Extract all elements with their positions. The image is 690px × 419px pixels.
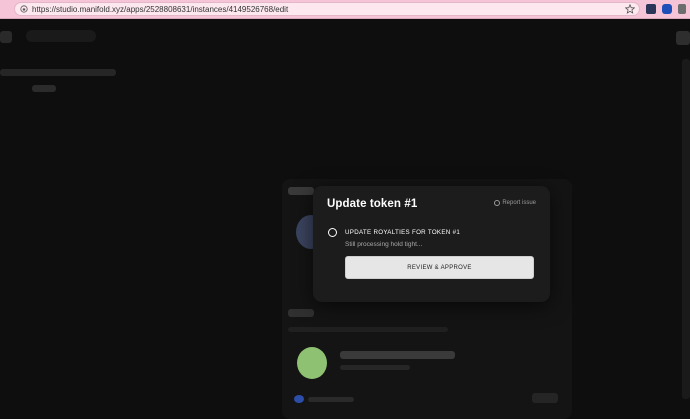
url-text[interactable]: https://studio.manifold.xyz/apps/2528808… xyxy=(32,4,288,15)
report-issue-link[interactable]: Report issue xyxy=(494,200,536,206)
blurred-row xyxy=(288,309,314,317)
blurred-panel-heading xyxy=(288,187,314,195)
report-issue-label[interactable]: Report issue xyxy=(502,200,536,206)
address-bar[interactable]: https://studio.manifold.xyz/apps/2528808… xyxy=(14,2,640,16)
blurred-tag xyxy=(32,85,56,92)
blurred-token-title xyxy=(340,351,455,359)
blurred-chain-text xyxy=(308,397,354,402)
review-approve-button[interactable]: REVIEW & APPROVE xyxy=(345,256,534,279)
blurred-logo xyxy=(0,31,12,43)
step-status: Still processing hold tight... xyxy=(345,241,423,248)
bookmark-star-icon[interactable] xyxy=(625,4,635,14)
blurred-corner-button xyxy=(676,31,690,45)
blurred-row-line xyxy=(288,327,448,332)
blurred-header-pill xyxy=(26,30,96,42)
modal-title: Update token #1 xyxy=(327,198,418,210)
step-status-circle-icon xyxy=(328,228,337,237)
blurred-corner-block xyxy=(682,59,690,399)
update-token-modal: Update token #1 Report issue UPDATE ROYA… xyxy=(313,186,550,302)
site-info-icon[interactable] xyxy=(20,5,28,13)
info-icon xyxy=(494,200,501,206)
blurred-chain-badge xyxy=(294,395,304,403)
blurred-right-button xyxy=(532,393,558,403)
extension-icon-2[interactable] xyxy=(662,4,672,14)
blurred-breadcrumb xyxy=(0,69,116,76)
browser-toolbar: https://studio.manifold.xyz/apps/2528808… xyxy=(0,0,690,19)
blurred-token-image xyxy=(297,347,327,379)
blurred-token-sub xyxy=(340,365,410,370)
step-title: UPDATE ROYALTIES FOR TOKEN #1 xyxy=(345,229,461,236)
extension-icon-3[interactable] xyxy=(678,4,686,14)
extension-icon-1[interactable] xyxy=(646,4,656,14)
